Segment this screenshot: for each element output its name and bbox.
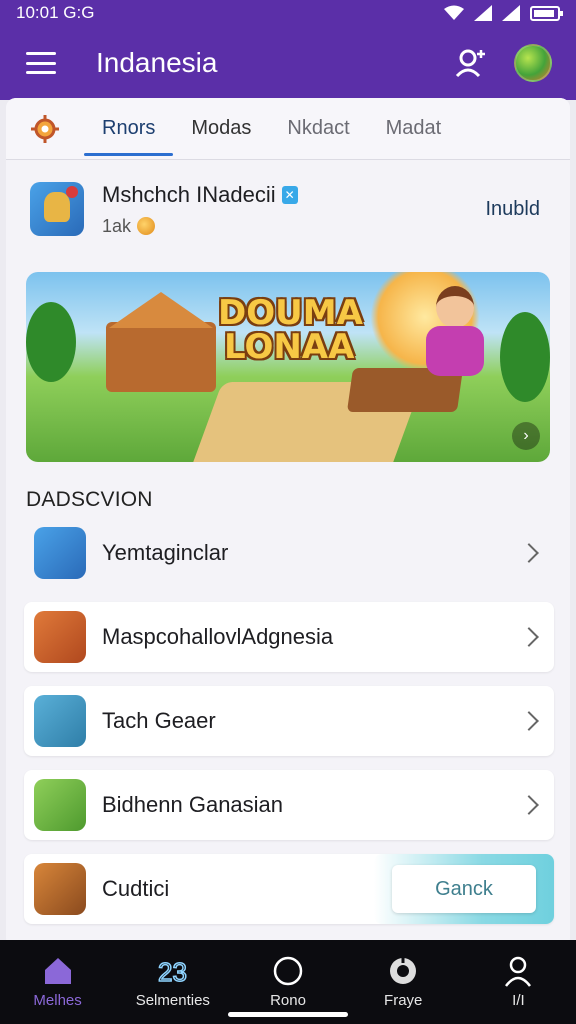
cancel-button[interactable]: Ganck	[392, 865, 536, 913]
game-meta-text: 1ak	[102, 215, 132, 236]
profile-icon	[505, 956, 532, 987]
list-item[interactable]: MaspcohallovlAdgnesia	[24, 602, 554, 672]
list-item[interactable]: Yemtaginclar	[24, 518, 554, 588]
game-meta: Mshchch INadecii ✕ 1ak	[102, 182, 486, 237]
page-title: Indanesia	[96, 47, 218, 78]
game-icon	[34, 779, 86, 831]
banner-title: DOUMA LONAA	[218, 296, 363, 364]
shield-icon	[390, 957, 417, 984]
tab-madat[interactable]: Madat	[368, 98, 460, 160]
tab-nkdact[interactable]: Nkdact	[269, 98, 367, 160]
tab-bar: Rnors Modas Nkdact Madat	[6, 98, 570, 160]
home-indicator	[228, 1012, 348, 1017]
status-bar: 10:01 G:G	[0, 0, 576, 26]
section-title: DADSCVION	[26, 488, 153, 511]
game-icon	[34, 863, 86, 915]
banner-tree	[26, 302, 76, 382]
banner-title-line1: DOUMA	[218, 293, 363, 333]
circle-icon	[273, 956, 303, 986]
nav-item-melhes[interactable]: Melhes	[0, 940, 115, 1024]
avatar[interactable]	[514, 44, 552, 82]
status-icons	[444, 5, 563, 21]
list-item[interactable]: Tach Geaer	[24, 686, 554, 756]
chevron-right-icon[interactable]: ›	[512, 422, 540, 450]
list-item-label: Tach Geaer	[102, 708, 216, 733]
list-item[interactable]: Cudtici Ganck	[24, 854, 554, 924]
chevron-right-icon	[519, 543, 539, 563]
tab-rnors[interactable]: Rnors	[84, 98, 174, 160]
signal-icon	[474, 5, 492, 21]
chevron-right-icon	[519, 795, 539, 815]
list-item-label: Yemtaginclar	[102, 540, 229, 565]
nav-label: Melhes	[33, 992, 82, 1009]
tab-modas[interactable]: Modas	[173, 98, 269, 160]
install-button[interactable]: Inubld	[486, 198, 541, 221]
signal-icon-2	[502, 5, 520, 21]
game-name: Mshchch INadecii	[102, 181, 276, 207]
status-time: 10:01 G:G	[16, 3, 95, 22]
verified-icon: ✕	[281, 185, 298, 204]
wifi-icon	[444, 5, 464, 20]
list-item-label: Bidhenn Ganasian	[102, 792, 284, 817]
nav-item-profile[interactable]: I/I	[461, 940, 576, 1024]
banner-title-line2: LONAA	[224, 327, 355, 367]
banner-house	[106, 322, 216, 392]
list-item-label: MaspcohallovlAdgnesia	[102, 624, 334, 649]
battery-icon	[530, 5, 563, 21]
game-icon	[34, 695, 86, 747]
gear-icon[interactable]	[28, 112, 62, 146]
nav-label: Selmenties	[135, 992, 210, 1009]
number-icon: 23	[157, 956, 187, 988]
app-bar: Indanesia	[0, 26, 576, 100]
game-header: Mshchch INadecii ✕ 1ak Inubld	[6, 160, 570, 258]
person-add-icon[interactable]	[454, 46, 488, 80]
content-card: Rnors Modas Nkdact Madat Mshchch INadeci…	[6, 98, 570, 948]
game-icon	[34, 527, 86, 579]
game-sub-row: 1ak	[102, 216, 486, 237]
coin-icon	[137, 217, 156, 235]
nav-label: Rono	[270, 992, 306, 1009]
chevron-right-icon	[519, 627, 539, 647]
cancel-button-area: Ganck	[374, 854, 554, 924]
nav-item-selmenties[interactable]: 23 Selmenties	[115, 940, 230, 1024]
svg-text:23: 23	[158, 957, 187, 987]
game-banner[interactable]: DOUMA LONAA ›	[26, 272, 550, 462]
home-icon	[44, 958, 71, 984]
nav-label: I/I	[512, 992, 525, 1009]
chevron-right-icon	[519, 711, 539, 731]
list-item[interactable]: Bidhenn Ganasian	[24, 770, 554, 840]
game-name-row: Mshchch INadecii ✕	[102, 182, 486, 208]
nav-label: Fraye	[384, 992, 423, 1009]
nav-item-fraye[interactable]: Fraye	[346, 940, 461, 1024]
banner-character	[420, 286, 490, 396]
game-icon	[30, 182, 84, 236]
menu-icon[interactable]	[26, 52, 56, 74]
game-icon	[34, 611, 86, 663]
banner-tree	[500, 312, 550, 402]
